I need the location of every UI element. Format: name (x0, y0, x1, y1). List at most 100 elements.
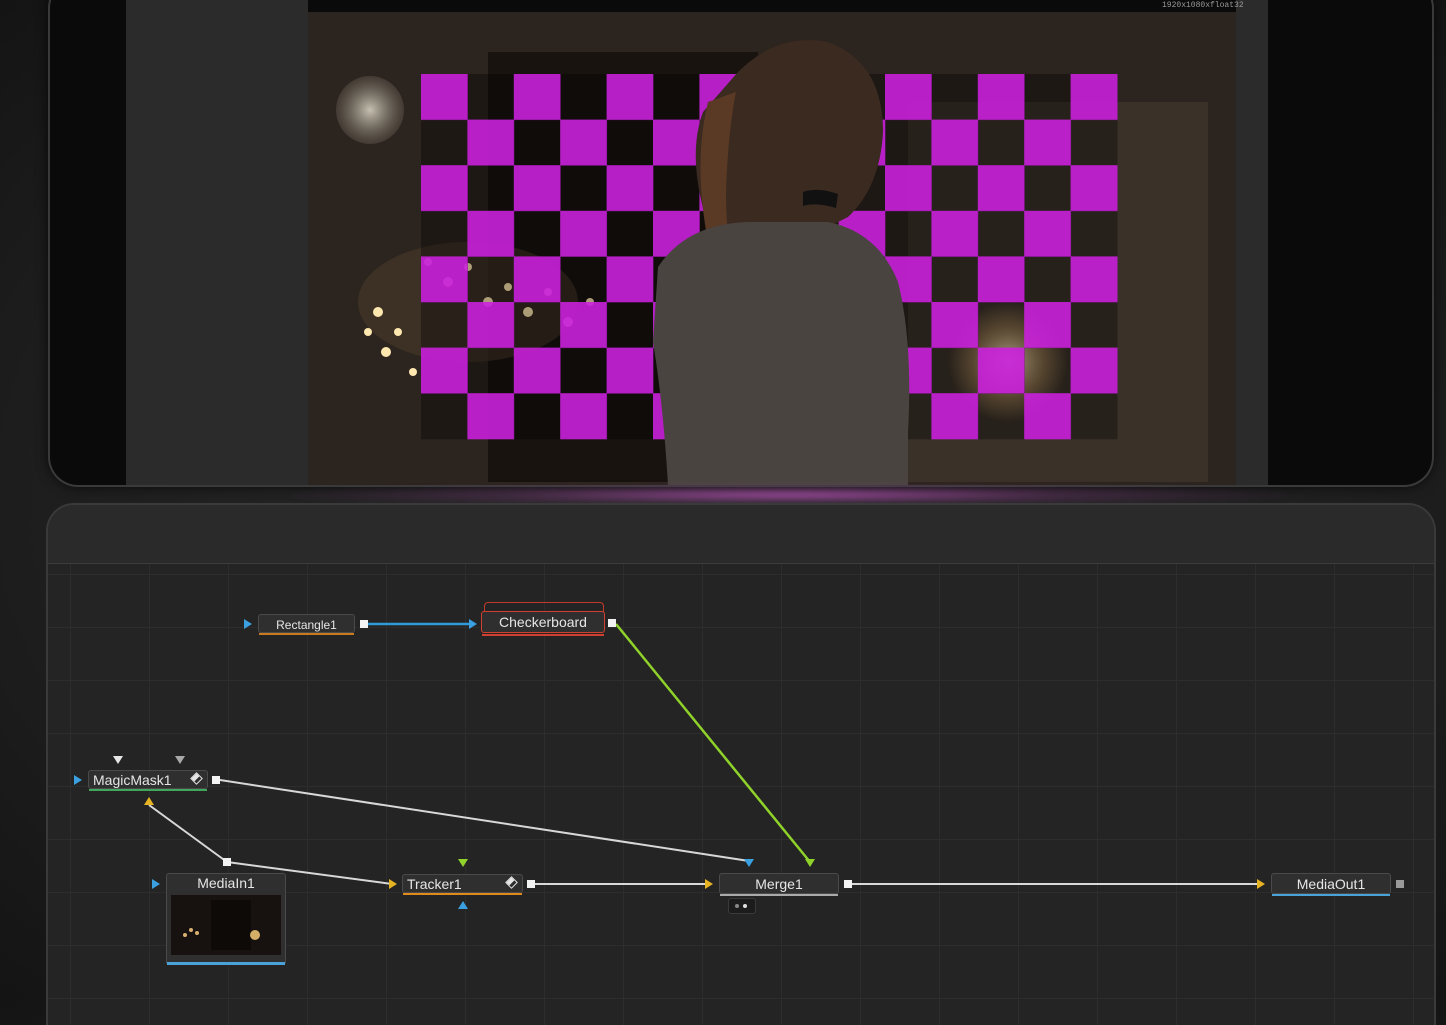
rectangle1-output-port[interactable] (360, 620, 368, 628)
checker-square-dark (513, 210, 561, 257)
checker-square-dark (931, 256, 979, 303)
merge1-mask-input-tab[interactable] (728, 898, 756, 914)
viewer-image[interactable] (308, 12, 1236, 485)
checker-square-dark (606, 119, 654, 166)
checkerboard-input-arrow[interactable] (469, 619, 477, 629)
rectangle1-input-arrow[interactable] (244, 619, 252, 629)
checker-square-dark (931, 74, 979, 121)
checker-square-dark (513, 302, 561, 349)
merge1-background-input-arrow[interactable] (744, 859, 754, 867)
checker-square-dark (977, 393, 1025, 440)
checker-square (467, 302, 515, 349)
checker-square-dark (885, 210, 932, 257)
checker-square (885, 74, 932, 121)
node-merge1-label: Merge1 (755, 876, 803, 892)
checker-square (1070, 165, 1118, 212)
checker-square (560, 393, 608, 440)
checker-square (931, 210, 979, 257)
node-mediain1-label: MediaIn1 (197, 875, 255, 891)
checker-square-dark (885, 119, 932, 166)
checker-square-dark (467, 165, 515, 212)
checker-square-dark (1024, 256, 1072, 303)
node-mediaout1-color-bar (1272, 894, 1390, 896)
checker-square-dark (560, 256, 608, 303)
panel-divider-glow (290, 484, 1290, 506)
merge1-mask-dot (743, 904, 747, 908)
checker-square-dark (606, 393, 654, 440)
node-mediaout1[interactable]: MediaOut1 (1271, 873, 1391, 896)
checker-square-dark (467, 74, 515, 121)
magicmask1-mask-input-arrow[interactable] (113, 756, 123, 764)
checker-square-dark (513, 119, 561, 166)
checker-square (421, 74, 468, 121)
mediain1-output-port[interactable] (223, 858, 231, 866)
checker-square-dark (1024, 347, 1072, 394)
checker-square-dark (1024, 165, 1072, 212)
checker-square-dark (513, 393, 561, 440)
checker-square (653, 119, 700, 166)
node-magicmask1-label: MagicMask1 (93, 772, 172, 788)
checker-square (931, 393, 979, 440)
checker-square (606, 347, 654, 394)
checker-square (421, 165, 468, 212)
node-rectangle1-color-bar (259, 633, 354, 635)
checker-square (1024, 119, 1072, 166)
checkerboard-output-port[interactable] (608, 619, 616, 627)
checker-square-dark (1070, 302, 1118, 349)
magicmask1-output-port[interactable] (212, 776, 220, 784)
checker-square (606, 256, 654, 303)
checker-square-dark (653, 165, 700, 212)
tracker1-bottom-input-arrow[interactable] (458, 901, 468, 909)
checker-square (513, 347, 561, 394)
checker-square (1024, 210, 1072, 257)
viewer-panel[interactable]: 1920x1080xfloat32 (50, 0, 1432, 485)
mediaout1-output-port[interactable] (1396, 880, 1404, 888)
checker-square (606, 165, 654, 212)
node-mediain1[interactable]: MediaIn1 (166, 873, 286, 965)
magicmask1-input-arrow[interactable] (74, 775, 82, 785)
checker-square-dark (1070, 119, 1118, 166)
node-mediaout1-label: MediaOut1 (1296, 876, 1366, 892)
checker-square (421, 347, 468, 394)
mediaout1-input-arrow[interactable] (1257, 879, 1265, 889)
checker-square-dark (560, 74, 608, 121)
checker-square-dark (1070, 210, 1118, 257)
checker-square (1024, 302, 1072, 349)
checker-square (1024, 393, 1072, 440)
node-tracker1[interactable]: Tracker1 (402, 874, 523, 895)
merge1-foreground-input-arrow[interactable] (805, 859, 815, 867)
node-magicmask1[interactable]: MagicMask1 (88, 770, 208, 791)
keyframe-icon (505, 876, 518, 889)
checker-square-dark (653, 74, 700, 121)
merge1-input-arrow[interactable] (705, 879, 713, 889)
node-checkerboard[interactable]: Checkerboard (481, 611, 605, 636)
merge1-output-port[interactable] (844, 880, 852, 888)
viewer-background-left (126, 0, 308, 485)
checker-square (467, 210, 515, 257)
checker-square (467, 393, 515, 440)
checker-square (513, 165, 561, 212)
keyframe-icon (190, 772, 203, 785)
checker-square-dark (931, 165, 979, 212)
mediain1-thumbnail (171, 895, 281, 955)
round-lamp (336, 76, 404, 144)
magicmask1-effect-input-arrow[interactable] (175, 756, 185, 764)
magicmask1-bg-input-arrow[interactable] (144, 797, 154, 805)
checker-square (1070, 74, 1118, 121)
checker-square (1070, 347, 1118, 394)
tracker1-top-input-arrow[interactable] (458, 859, 468, 867)
tracker1-output-port[interactable] (527, 880, 535, 888)
checker-square-dark (1024, 74, 1072, 121)
tracker1-input-arrow[interactable] (389, 879, 397, 889)
node-checkerboard-color-bar (482, 634, 604, 636)
node-checkerboard-label: Checkerboard (499, 614, 587, 630)
checker-square-dark (421, 119, 468, 166)
checker-square-dark (977, 302, 1025, 349)
node-rectangle1[interactable]: Rectangle1 (258, 614, 355, 635)
viewer-background-right (1236, 0, 1268, 485)
checker-square (513, 256, 561, 303)
node-merge1[interactable]: Merge1 (719, 873, 839, 896)
checker-square-dark (467, 256, 515, 303)
checker-square (467, 119, 515, 166)
mediain1-input-arrow[interactable] (152, 879, 160, 889)
